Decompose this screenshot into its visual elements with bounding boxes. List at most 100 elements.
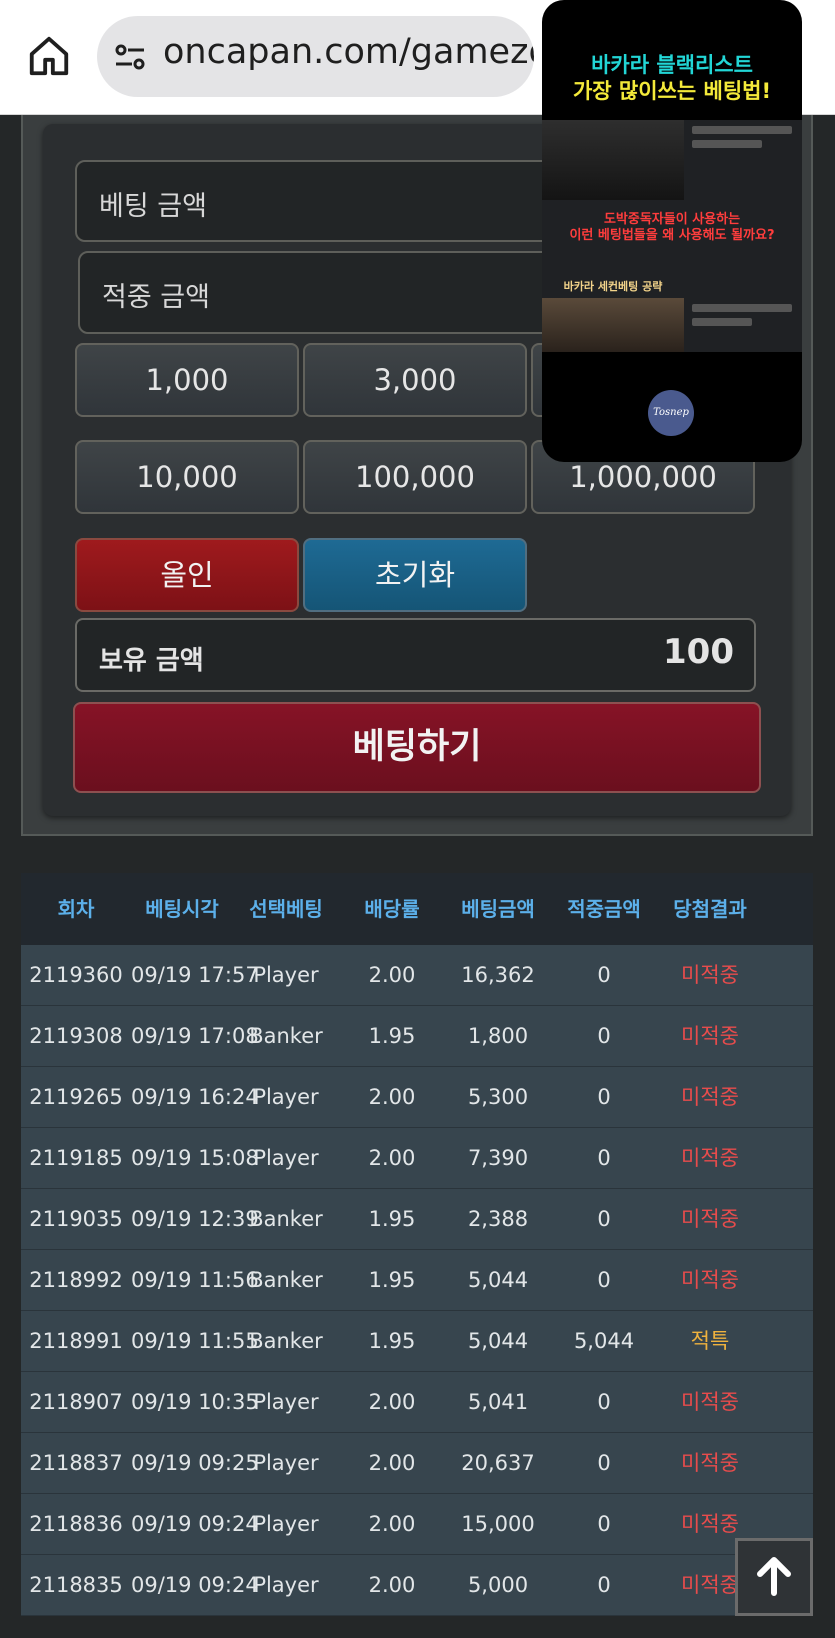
- chip-10000-button[interactable]: 10,000: [75, 440, 299, 514]
- cell-bet-amount: 5,044: [467, 1268, 529, 1292]
- table-body: 2119360 09/19 17:57 Player 2.00 16,362 0 미적중 21…: [21, 945, 813, 1616]
- cell-time: 09/19 15:08: [131, 1146, 259, 1170]
- place-bet-button[interactable]: 베팅하기: [73, 702, 761, 793]
- allin-button[interactable]: 올인: [75, 538, 299, 612]
- cell-odds: 2.00: [368, 1085, 416, 1109]
- cell-odds: 2.00: [368, 1146, 416, 1170]
- video-title: 바카라 블랙리스트 가장 많이쓰는 베팅법!: [542, 52, 802, 104]
- cell-result: 미적중: [681, 1146, 739, 1170]
- chip-1000-button[interactable]: 1,000: [75, 343, 299, 417]
- cell-result: 미적중: [681, 963, 739, 987]
- cell-time: 09/19 09:24: [131, 1512, 259, 1536]
- cell-win-amount: 0: [597, 1207, 611, 1231]
- cell-round: 2119360: [29, 963, 123, 987]
- cell-win-amount: 0: [597, 1512, 611, 1536]
- home-icon[interactable]: [26, 33, 72, 79]
- table-row: 2119360 09/19 17:57 Player 2.00 16,362 0 미적중: [21, 945, 813, 1006]
- bet-amount-placeholder: 베팅 금액: [99, 191, 207, 222]
- cell-odds: 1.95: [368, 1207, 416, 1231]
- cell-result: 미적중: [681, 1268, 739, 1292]
- cell-pick: Banker: [249, 1207, 323, 1231]
- table-row: 2118907 09/19 10:35 Player 2.00 5,041 0 미적중: [21, 1372, 813, 1433]
- video-overlay[interactable]: 바카라 블랙리스트 가장 많이쓰는 베팅법! 도박중독자들이 사용하는 이런 베…: [542, 0, 802, 462]
- cell-pick: Player: [253, 1146, 319, 1170]
- cell-pick: Player: [253, 963, 319, 987]
- cell-round: 2118991: [29, 1329, 123, 1353]
- cell-bet-amount: 5,044: [467, 1329, 529, 1353]
- cell-pick: Banker: [249, 1329, 323, 1353]
- thumbnail-image: [542, 298, 684, 352]
- cell-bet-amount: 5,000: [467, 1573, 529, 1597]
- balance-label: 보유 금액: [99, 646, 204, 676]
- reset-button[interactable]: 초기화: [303, 538, 527, 612]
- table-row: 2119265 09/19 16:24 Player 2.00 5,300 0 미적중: [21, 1067, 813, 1128]
- cell-result: 미적중: [681, 1024, 739, 1048]
- cell-odds: 2.00: [368, 1512, 416, 1536]
- cell-pick: Banker: [249, 1268, 323, 1292]
- video-title-line2: 가장 많이쓰는 베팅법!: [572, 79, 772, 103]
- cell-time: 09/19 09:24: [131, 1573, 259, 1597]
- chip-100000-button[interactable]: 100,000: [303, 440, 527, 514]
- video-thumbnail: 도박중독자들이 사용하는 이런 베팅법들을 왜 사용해도 될까요? 바카라 세컨…: [542, 120, 802, 352]
- address-bar[interactable]: oncapan.com/gamezo: [97, 16, 534, 97]
- cell-time: 09/19 17:08: [131, 1024, 259, 1048]
- cell-result: 미적중: [681, 1451, 739, 1475]
- cell-round: 2119265: [29, 1085, 123, 1109]
- cell-win-amount: 0: [597, 1451, 611, 1475]
- table-row: 2118837 09/19 09:25 Player 2.00 20,637 0 미적중: [21, 1433, 813, 1494]
- table-row: 2119308 09/19 17:08 Banker 1.95 1,800 0 미적중: [21, 1006, 813, 1067]
- cell-round: 2119035: [29, 1207, 123, 1231]
- cell-odds: 1.95: [368, 1024, 416, 1048]
- cell-round: 2119308: [29, 1024, 123, 1048]
- cell-pick: Player: [253, 1573, 319, 1597]
- cell-win-amount: 0: [597, 1268, 611, 1292]
- cell-odds: 2.00: [368, 1451, 416, 1475]
- col-pick: 선택베팅: [249, 897, 323, 921]
- cell-odds: 1.95: [368, 1268, 416, 1292]
- thumbnail-line: [692, 304, 792, 312]
- table-row: 2119035 09/19 12:39 Banker 1.95 2,388 0 미적중: [21, 1189, 813, 1250]
- cell-bet-amount: 5,300: [467, 1085, 529, 1109]
- cell-bet-amount: 20,637: [461, 1451, 535, 1475]
- chip-3000-button[interactable]: 3,000: [303, 343, 527, 417]
- cell-odds: 2.00: [368, 1390, 416, 1414]
- cell-round: 2118835: [29, 1573, 123, 1597]
- thumbnail-line: [692, 126, 792, 134]
- table-row: 2118836 09/19 09:24 Player 2.00 15,000 0 미적중: [21, 1494, 813, 1555]
- cell-odds: 2.00: [368, 963, 416, 987]
- cell-result: 미적중: [681, 1085, 739, 1109]
- col-round: 회차: [57, 897, 95, 921]
- cell-win-amount: 0: [597, 1390, 611, 1414]
- table-row: 2118992 09/19 11:56 Banker 1.95 5,044 0 미적중: [21, 1250, 813, 1311]
- cell-bet-amount: 7,390: [467, 1146, 529, 1170]
- thumbnail-line: [692, 140, 762, 148]
- cell-pick: Player: [253, 1085, 319, 1109]
- scroll-top-button[interactable]: [735, 1538, 813, 1616]
- table-row: 2118991 09/19 11:55 Banker 1.95 5,044 5,044 적특: [21, 1311, 813, 1372]
- tune-icon[interactable]: [114, 42, 146, 72]
- cell-win-amount: 0: [597, 963, 611, 987]
- cell-bet-amount: 2,388: [467, 1207, 529, 1231]
- col-time: 베팅시각: [145, 897, 219, 921]
- cell-round: 2118907: [29, 1390, 123, 1414]
- cell-result: 적특: [690, 1329, 730, 1353]
- cell-odds: 1.95: [368, 1329, 416, 1353]
- table-header: 회차 베팅시각 선택베팅 배당률 베팅금액 적중금액 당첨결과: [21, 873, 813, 945]
- bet-history-table: 회차 베팅시각 선택베팅 배당률 베팅금액 적중금액 당첨결과 2119360 0…: [21, 873, 813, 1616]
- cell-odds: 2.00: [368, 1573, 416, 1597]
- channel-logo[interactable]: Tosnep: [648, 390, 694, 436]
- cell-time: 09/19 09:25: [131, 1451, 259, 1475]
- video-caption-gold: 바카라 세컨베팅 공략: [563, 280, 663, 293]
- cell-win-amount: 5,044: [573, 1329, 635, 1353]
- cell-bet-amount: 15,000: [461, 1512, 535, 1536]
- cell-win-amount: 0: [597, 1146, 611, 1170]
- col-result: 당첨결과: [673, 897, 747, 921]
- cell-pick: Player: [253, 1512, 319, 1536]
- cell-win-amount: 0: [597, 1573, 611, 1597]
- video-title-line1: 바카라 블랙리스트: [591, 53, 753, 77]
- cell-round: 2119185: [29, 1146, 123, 1170]
- video-caption-red: 도박중독자들이 사용하는 이런 베팅법들을 왜 사용해도 될까요?: [542, 212, 802, 244]
- col-odds: 배당률: [364, 897, 420, 921]
- cell-bet-amount: 1,800: [467, 1024, 529, 1048]
- cell-result: 미적중: [681, 1390, 739, 1414]
